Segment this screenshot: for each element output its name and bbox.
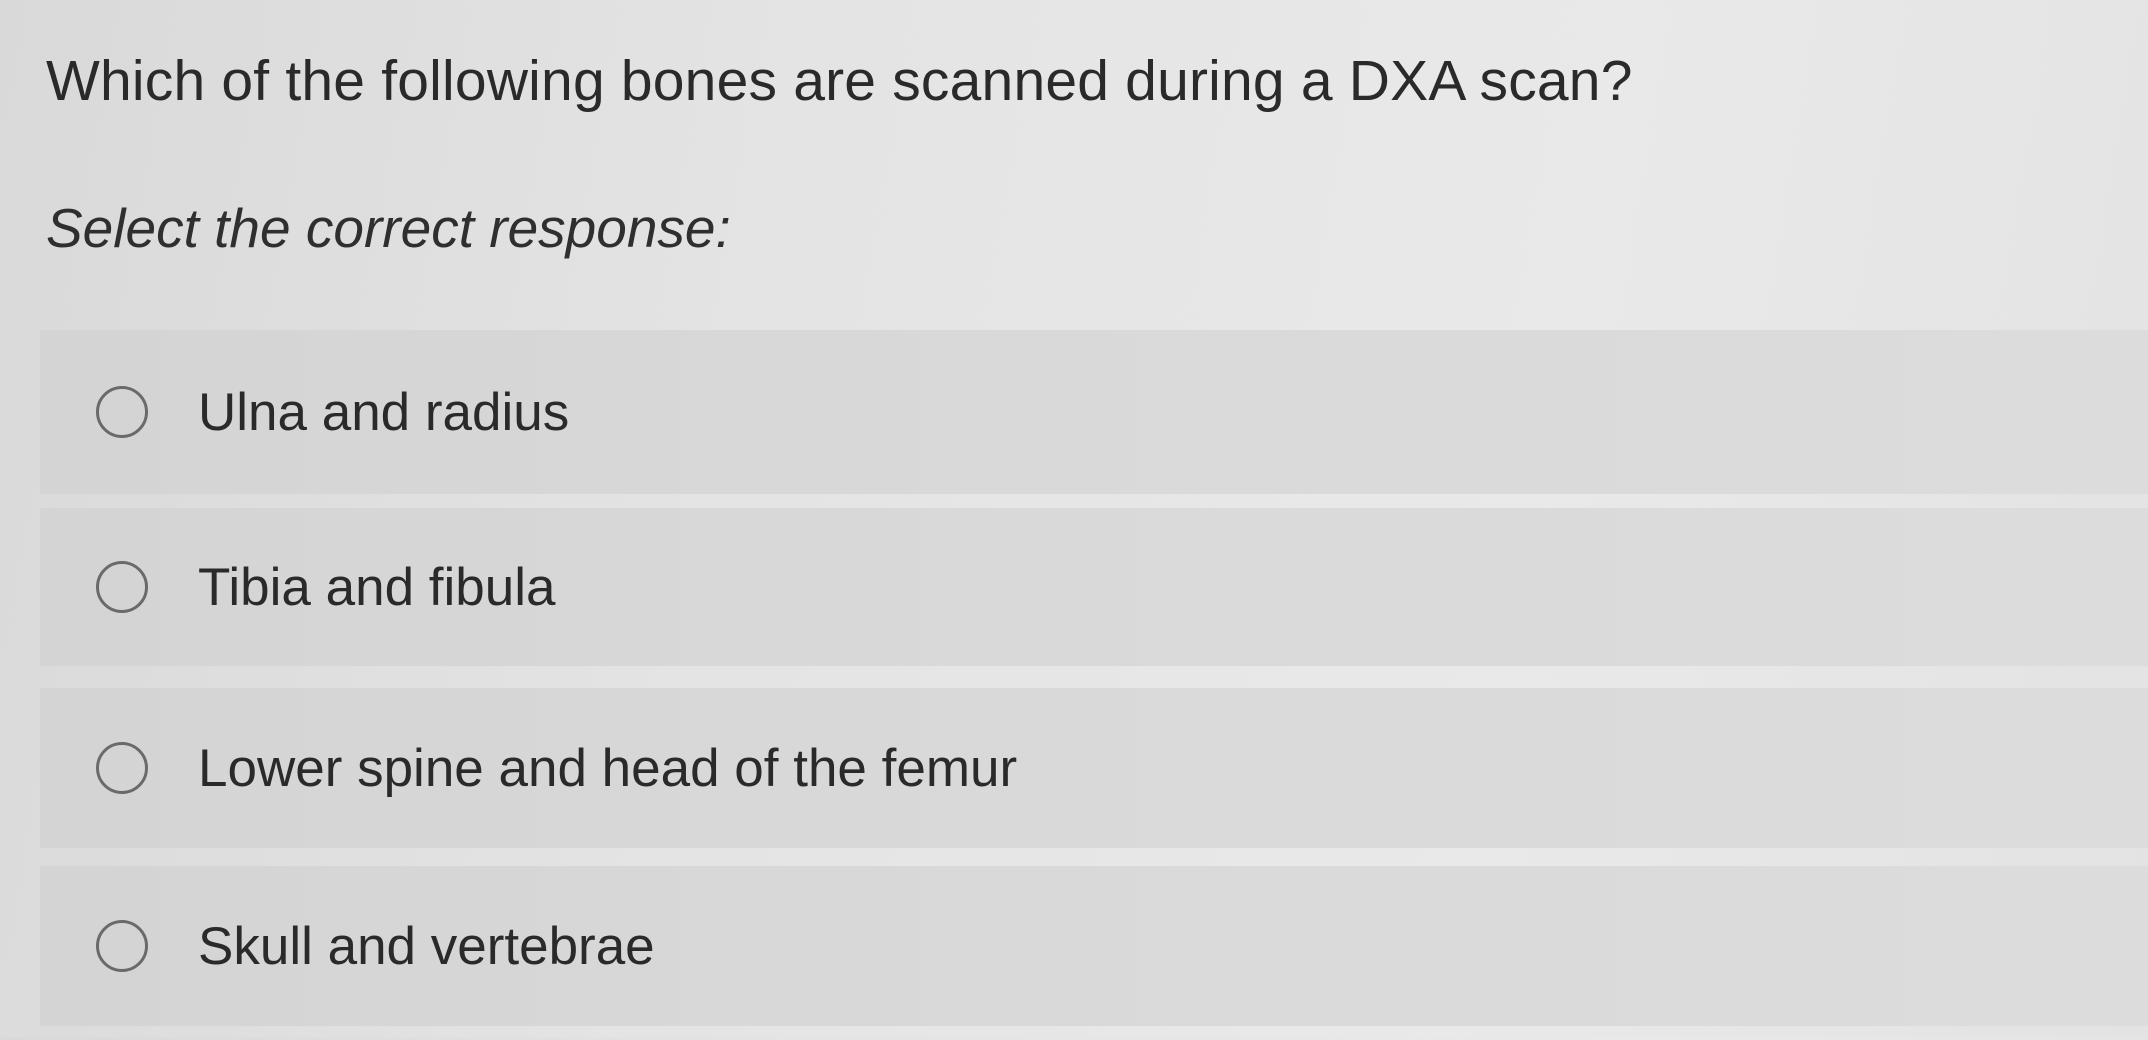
answer-option-ulna-radius[interactable]: Ulna and radius [40, 330, 2148, 494]
question-text: Which of the following bones are scanned… [46, 49, 1633, 113]
answer-option-label: Skull and vertebrae [198, 916, 655, 976]
answer-option-label: Ulna and radius [198, 382, 570, 442]
response-instruction: Select the correct response: [46, 197, 731, 259]
radio-button-icon[interactable] [96, 920, 148, 972]
answer-option-tibia-fibula[interactable]: Tibia and fibula [40, 508, 2148, 666]
radio-button-icon[interactable] [96, 561, 148, 613]
answer-option-label: Lower spine and head of the femur [198, 738, 1018, 798]
answer-options: Ulna and radius Tibia and fibula Lower s… [40, 330, 2148, 1040]
radio-button-icon[interactable] [96, 742, 148, 794]
answer-option-label: Tibia and fibula [198, 557, 556, 617]
answer-option-lower-spine-femur[interactable]: Lower spine and head of the femur [40, 688, 2148, 848]
radio-button-icon[interactable] [96, 386, 148, 438]
answer-option-skull-vertebrae[interactable]: Skull and vertebrae [40, 866, 2148, 1026]
